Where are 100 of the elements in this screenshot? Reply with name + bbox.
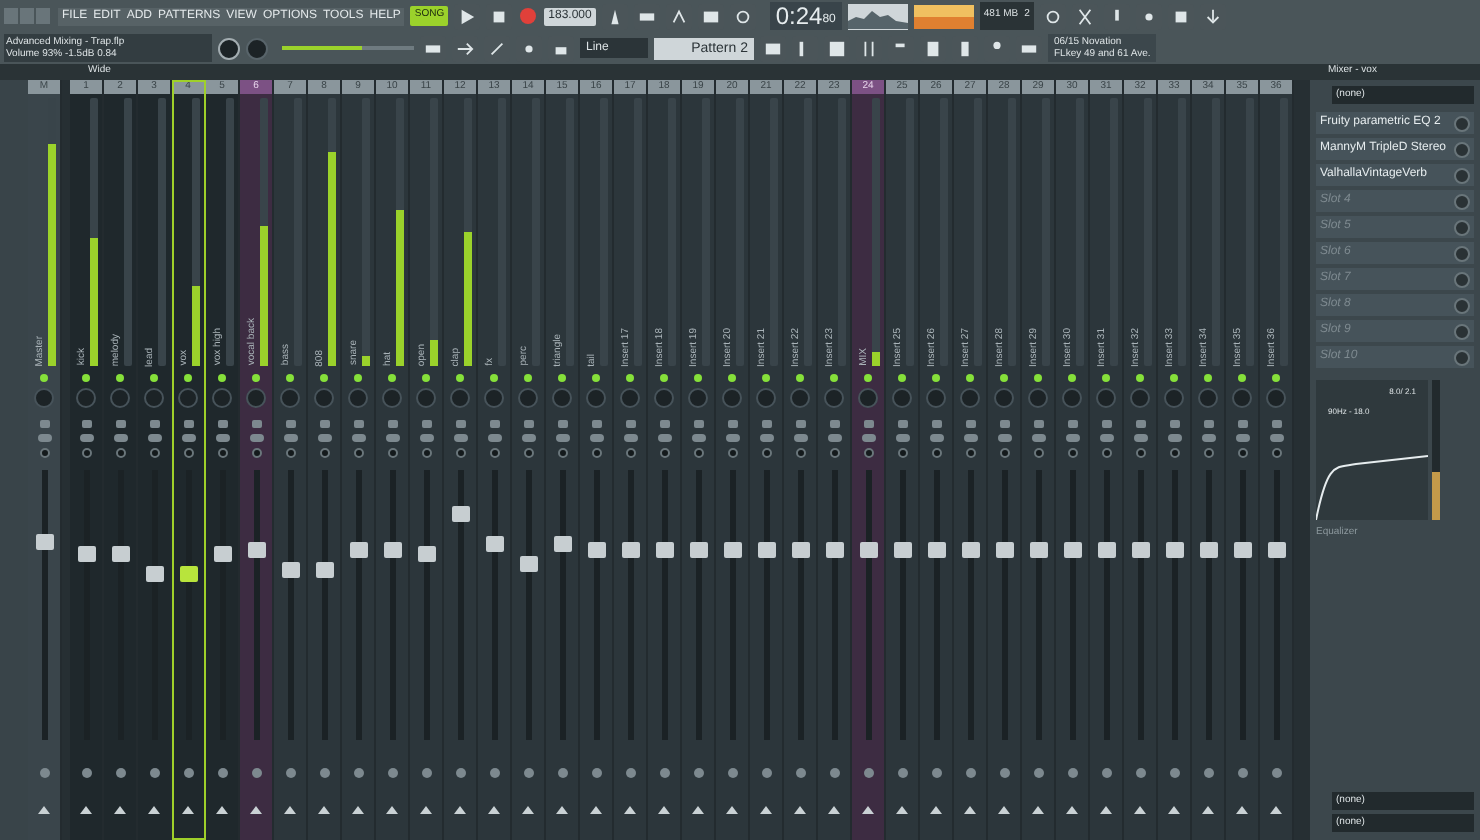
enable-led[interactable]: [728, 374, 736, 382]
enable-led[interactable]: [830, 374, 838, 382]
fader-handle[interactable]: [859, 541, 877, 558]
send-led[interactable]: [149, 768, 159, 778]
fader-handle[interactable]: [451, 505, 469, 522]
phase-knob[interactable]: [319, 448, 329, 458]
phase-knob[interactable]: [863, 448, 873, 458]
enable-led[interactable]: [592, 374, 600, 382]
route-arrow-icon[interactable]: [216, 806, 228, 814]
phase-knob[interactable]: [659, 448, 669, 458]
phase-knob[interactable]: [149, 448, 159, 458]
phase-knob[interactable]: [1237, 448, 1247, 458]
fader-handle[interactable]: [111, 546, 129, 563]
fader-handle[interactable]: [349, 541, 367, 558]
enable-led[interactable]: [40, 374, 48, 382]
phase-knob[interactable]: [1101, 448, 1111, 458]
send-led[interactable]: [795, 768, 805, 778]
route-arrow-icon[interactable]: [556, 806, 568, 814]
route-arrow-icon[interactable]: [1100, 806, 1112, 814]
phase-knob[interactable]: [931, 448, 941, 458]
phase-knob[interactable]: [523, 448, 533, 458]
send-led[interactable]: [829, 768, 839, 778]
route-arrow-icon[interactable]: [284, 806, 296, 814]
fader-handle[interactable]: [383, 541, 401, 558]
enable-led[interactable]: [252, 374, 260, 382]
send-led[interactable]: [693, 768, 703, 778]
fader-handle[interactable]: [1267, 541, 1285, 558]
enable-led[interactable]: [116, 374, 124, 382]
enable-led[interactable]: [796, 374, 804, 382]
fader-handle[interactable]: [757, 541, 775, 558]
route-arrow-icon[interactable]: [1134, 806, 1146, 814]
enable-led[interactable]: [864, 374, 872, 382]
route-arrow-icon[interactable]: [624, 806, 636, 814]
route-arrow-icon[interactable]: [182, 806, 194, 814]
send-led[interactable]: [523, 768, 533, 778]
route-arrow-icon[interactable]: [148, 806, 160, 814]
fader-handle[interactable]: [281, 561, 299, 578]
send-led[interactable]: [353, 768, 363, 778]
send-led[interactable]: [727, 768, 737, 778]
enable-led[interactable]: [524, 374, 532, 382]
enable-led[interactable]: [422, 374, 430, 382]
fader-handle[interactable]: [723, 541, 741, 558]
phase-knob[interactable]: [999, 448, 1009, 458]
phase-knob[interactable]: [183, 448, 193, 458]
enable-led[interactable]: [490, 374, 498, 382]
enable-led[interactable]: [1238, 374, 1246, 382]
route-arrow-icon[interactable]: [1270, 806, 1282, 814]
send-led[interactable]: [81, 768, 91, 778]
send-led[interactable]: [217, 768, 227, 778]
route-arrow-icon[interactable]: [726, 806, 738, 814]
phase-knob[interactable]: [591, 448, 601, 458]
enable-led[interactable]: [1000, 374, 1008, 382]
route-arrow-icon[interactable]: [896, 806, 908, 814]
fader-handle[interactable]: [213, 546, 231, 563]
route-arrow-icon[interactable]: [1236, 806, 1248, 814]
route-arrow-icon[interactable]: [522, 806, 534, 814]
enable-led[interactable]: [1068, 374, 1076, 382]
enable-led[interactable]: [898, 374, 906, 382]
route-arrow-icon[interactable]: [250, 806, 262, 814]
phase-knob[interactable]: [1033, 448, 1043, 458]
enable-led[interactable]: [456, 374, 464, 382]
route-arrow-icon[interactable]: [998, 806, 1010, 814]
fader-handle[interactable]: [689, 541, 707, 558]
send-led[interactable]: [387, 768, 397, 778]
enable-led[interactable]: [1170, 374, 1178, 382]
fader-handle[interactable]: [145, 566, 163, 583]
route-arrow-icon[interactable]: [794, 806, 806, 814]
phase-knob[interactable]: [693, 448, 703, 458]
route-arrow-icon[interactable]: [1066, 806, 1078, 814]
phase-knob[interactable]: [1067, 448, 1077, 458]
phase-knob[interactable]: [39, 448, 49, 458]
send-led[interactable]: [251, 768, 261, 778]
phase-knob[interactable]: [897, 448, 907, 458]
route-arrow-icon[interactable]: [930, 806, 942, 814]
route-arrow-icon[interactable]: [80, 806, 92, 814]
send-led[interactable]: [421, 768, 431, 778]
fader-handle[interactable]: [1029, 541, 1047, 558]
enable-led[interactable]: [150, 374, 158, 382]
enable-led[interactable]: [354, 374, 362, 382]
send-led[interactable]: [1271, 768, 1281, 778]
fader-handle[interactable]: [1165, 541, 1183, 558]
enable-led[interactable]: [388, 374, 396, 382]
phase-knob[interactable]: [251, 448, 261, 458]
fader-handle[interactable]: [1063, 541, 1081, 558]
phase-knob[interactable]: [387, 448, 397, 458]
phase-knob[interactable]: [353, 448, 363, 458]
phase-knob[interactable]: [727, 448, 737, 458]
enable-led[interactable]: [762, 374, 770, 382]
send-led[interactable]: [761, 768, 771, 778]
route-arrow-icon[interactable]: [760, 806, 772, 814]
phase-knob[interactable]: [455, 448, 465, 458]
send-led[interactable]: [1101, 768, 1111, 778]
send-led[interactable]: [557, 768, 567, 778]
fader-handle[interactable]: [791, 541, 809, 558]
route-arrow-icon[interactable]: [964, 806, 976, 814]
fader-handle[interactable]: [825, 541, 843, 558]
send-led[interactable]: [1135, 768, 1145, 778]
send-led[interactable]: [489, 768, 499, 778]
fader-handle[interactable]: [587, 541, 605, 558]
fader-handle[interactable]: [1233, 541, 1251, 558]
